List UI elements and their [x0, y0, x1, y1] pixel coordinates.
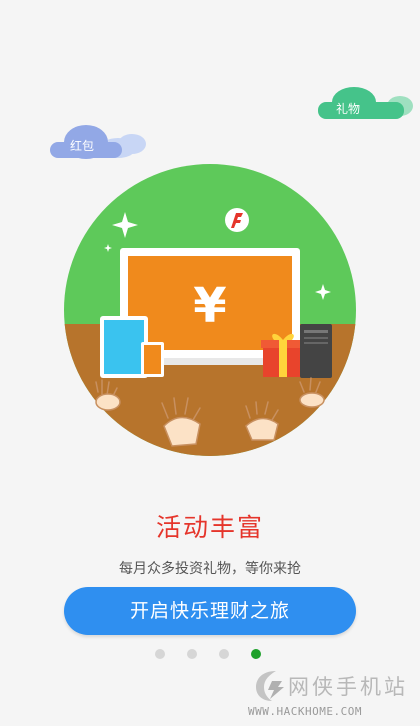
investment-illustration: ¥ — [64, 164, 356, 456]
watermark-name: 网侠手机站 — [288, 675, 408, 699]
page-dot[interactable] — [155, 649, 165, 659]
page-dot[interactable] — [187, 649, 197, 659]
page-dot[interactable] — [219, 649, 229, 659]
watermark-url: WWW.HACKHOME.COM — [248, 705, 362, 718]
page-dot-active[interactable] — [251, 649, 261, 659]
start-journey-button[interactable]: 开启快乐理财之旅 — [64, 587, 356, 635]
watermark: 网侠手机站 WWW.HACKHOME.COM — [248, 663, 418, 725]
yuan-symbol: ¥ — [193, 278, 226, 334]
laptop-base — [148, 358, 272, 365]
page-subtitle: 每月众多投资礼物，等你来抢 — [119, 561, 301, 577]
page-title: 活动丰富 — [155, 513, 264, 542]
watermark-logo-icon — [256, 671, 284, 701]
